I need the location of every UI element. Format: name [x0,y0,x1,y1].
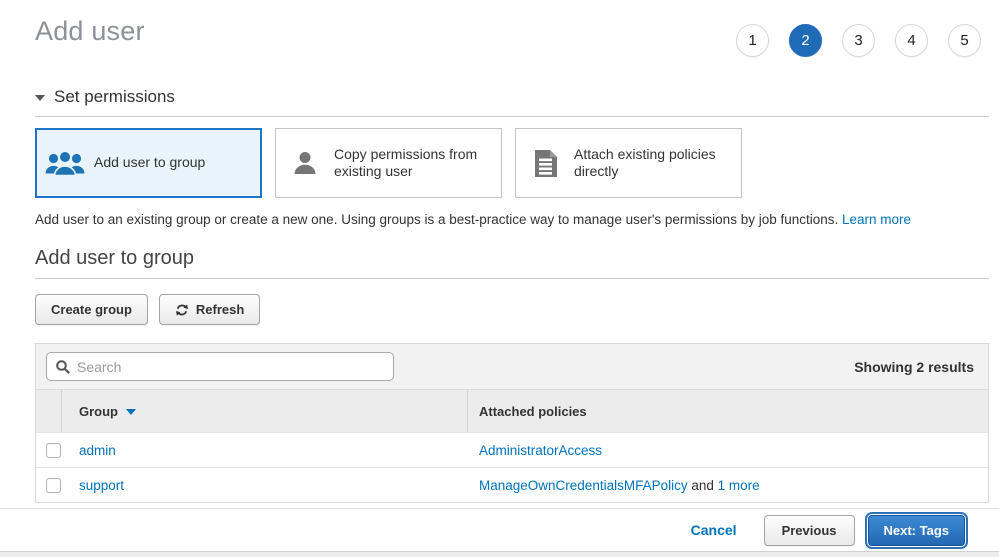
table-header: Group Attached policies [36,389,988,432]
user-icon [276,150,334,176]
policy-joiner-text: and [688,478,718,493]
group-actions: Create group Refresh [35,294,989,325]
document-icon [516,149,574,178]
table-row: support ManageOwnCredentialsMFAPolicy an… [36,467,988,502]
cancel-link[interactable]: Cancel [691,522,737,538]
search-icon [55,359,71,375]
search-box[interactable] [46,352,394,381]
card-add-user-to-group[interactable]: Add user to group [35,128,262,198]
create-group-button[interactable]: Create group [35,294,148,325]
policy-link[interactable]: ManageOwnCredentialsMFAPolicy [479,478,688,493]
refresh-button[interactable]: Refresh [159,294,260,325]
page-header: Add user 1 2 3 4 5 [0,0,999,57]
next-tags-button[interactable]: Next: Tags [868,515,966,546]
group-icon [36,148,94,179]
attached-policies-column-label: Attached policies [479,404,587,419]
refresh-icon [175,303,189,317]
sort-descending-icon [126,409,136,415]
card-attach-policies[interactable]: Attach existing policies directly [515,128,742,198]
group-column-label: Group [79,404,118,419]
card-label-add-user-to-group: Add user to group [94,154,213,172]
card-label-attach-policies: Attach existing policies directly [574,146,741,181]
step-5: 5 [948,24,981,57]
table-toolbar: Showing 2 results [36,344,988,389]
step-4: 4 [895,24,928,57]
groups-table: Showing 2 results Group Attached policie… [35,343,989,503]
step-1: 1 [736,24,769,57]
group-section-divider [35,278,989,279]
step-3: 3 [842,24,875,57]
table-row: admin AdministratorAccess [36,432,988,467]
previous-button[interactable]: Previous [764,515,855,546]
page-bottom-strip [0,551,999,557]
card-label-copy-permissions: Copy permissions from existing user [334,146,501,181]
row-checkbox[interactable] [46,443,61,458]
group-description: Add user to an existing group or create … [35,212,989,227]
results-count: Showing 2 results [854,359,974,375]
row-checkbox-cell [36,478,62,493]
description-text: Add user to an existing group or create … [35,212,842,227]
attached-policies-cell: ManageOwnCredentialsMFAPolicy and 1 more [468,478,988,493]
set-permissions-header[interactable]: Set permissions [35,87,989,107]
page-title: Add user [35,16,145,47]
policy-link[interactable]: AdministratorAccess [479,443,602,458]
learn-more-link[interactable]: Learn more [842,212,911,227]
column-header-group[interactable]: Group [62,390,468,432]
group-name-cell: admin [62,443,468,458]
permission-option-cards: Add user to group Copy permissions from … [35,128,989,198]
group-link[interactable]: admin [79,443,116,458]
add-user-to-group-title: Add user to group [35,247,989,270]
card-copy-permissions[interactable]: Copy permissions from existing user [275,128,502,198]
collapse-caret-icon [35,95,45,101]
group-name-cell: support [62,478,468,493]
group-link[interactable]: support [79,478,124,493]
header-checkbox-column [36,390,62,432]
attached-policies-cell: AdministratorAccess [468,443,988,458]
row-checkbox[interactable] [46,478,61,493]
more-policies-link[interactable]: 1 more [718,478,760,493]
wizard-step-indicator: 1 2 3 4 5 [736,24,981,57]
refresh-button-label: Refresh [196,302,244,317]
set-permissions-title: Set permissions [54,87,175,107]
add-user-wizard-page: Add user 1 2 3 4 5 Set permissions [0,0,999,557]
wizard-footer: Cancel Previous Next: Tags [0,508,999,551]
row-checkbox-cell [36,443,62,458]
search-input[interactable] [77,359,385,375]
section-divider [35,116,989,117]
column-header-attached-policies: Attached policies [468,390,988,432]
step-2-active: 2 [789,24,822,57]
